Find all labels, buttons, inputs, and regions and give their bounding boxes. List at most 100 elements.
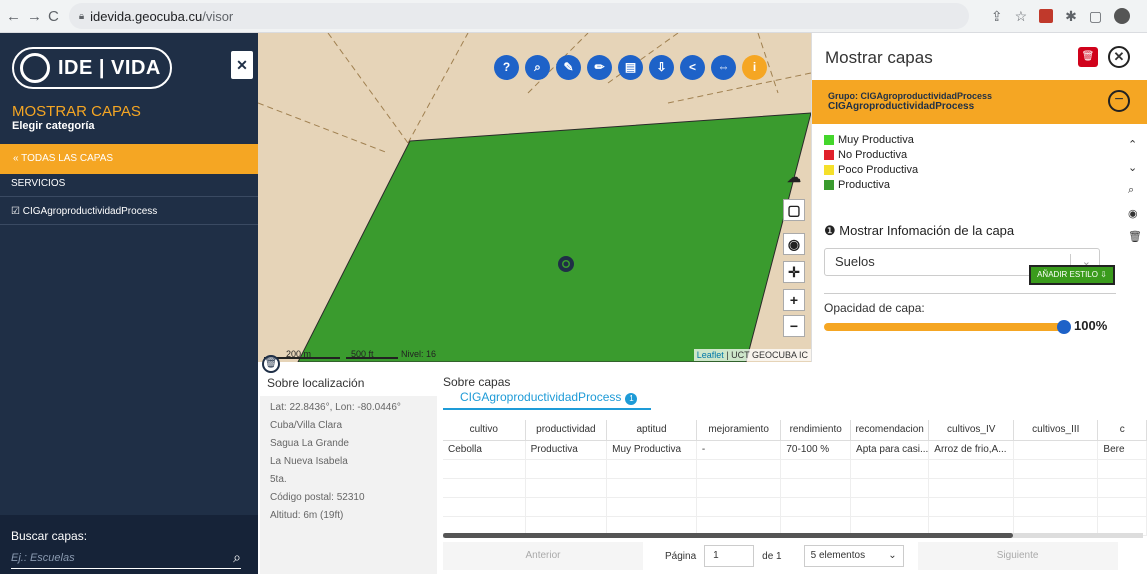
info-icon[interactable]: i [742, 55, 767, 80]
location-line: Lat: 22.8436°, Lon: -80.0446° [270, 402, 401, 413]
table-cell [606, 459, 697, 479]
column-header[interactable]: rendimiento [780, 420, 852, 441]
prev-page-button[interactable]: Anterior [443, 542, 643, 570]
table-cell [850, 497, 930, 517]
search-icon[interactable]: ⌕ [525, 55, 550, 80]
bookmark-star-icon[interactable]: ☆ [1015, 8, 1028, 25]
slider-handle[interactable] [1057, 320, 1071, 334]
layers-icon[interactable]: ▤ [618, 55, 643, 80]
search-placeholder: Ej.: Escuelas [11, 551, 75, 564]
table-row[interactable] [443, 497, 1147, 517]
close-sidebar-button[interactable]: ✕ [231, 51, 253, 79]
table-cell [1097, 497, 1147, 517]
scale-ft: 500 ft [351, 349, 374, 359]
logo: IDE | VIDA [12, 47, 172, 89]
zoom-out-button[interactable]: − [783, 315, 805, 337]
table-cell: Bere [1097, 440, 1147, 460]
map-toolbar: ? ⌕ ✎ ✏ ▤ ⇩ < ⇔ i [494, 55, 767, 80]
table-row[interactable] [443, 478, 1147, 498]
location-line: Sagua La Grande [270, 438, 349, 449]
draw-icon[interactable]: ✏ [587, 55, 612, 80]
attribution-text: | UCT GEOCUBA IC [723, 350, 808, 360]
forward-icon[interactable]: → [27, 8, 42, 25]
table-row[interactable] [443, 459, 1147, 479]
puzzle-icon[interactable]: ✱ [1065, 8, 1077, 25]
move-down-icon[interactable]: ⌄ [1128, 161, 1142, 174]
layer-group-header[interactable]: Grupo: CIGAgroproductividadProcess CIGAg… [812, 80, 1147, 124]
table-cell [1013, 459, 1099, 479]
table-cell: 70-100 % [780, 440, 852, 460]
trash-icon[interactable]: 🗑︎ [262, 355, 280, 373]
search-label: Buscar capas: [11, 529, 88, 543]
legend-swatch [824, 150, 834, 160]
add-style-button[interactable]: AÑADIR ESTILO ⇩ [1029, 265, 1115, 285]
panel-title: Mostrar capas [825, 48, 933, 67]
scale-bar: 200 m 500 ft [264, 349, 374, 359]
table-cell [443, 459, 526, 479]
sidebar: IDE | VIDA ✕ MOSTRAR CAPAS Elegir catego… [0, 33, 258, 574]
table-cell [606, 478, 697, 498]
swipe-icon[interactable]: ⇔ [711, 55, 736, 80]
table-cell [780, 497, 852, 517]
all-layers-button[interactable]: « TODAS LAS CAPAS [0, 144, 258, 174]
side-panel-icon[interactable]: ▢ [1089, 8, 1102, 25]
location-line: La Nueva Isabela [270, 456, 348, 467]
table-cell [696, 478, 782, 498]
move-up-icon[interactable]: ⌃ [1128, 138, 1142, 151]
column-header[interactable]: cultivos_IV [928, 420, 1015, 441]
zoom-to-layer-icon[interactable]: ⌕ [1128, 184, 1142, 197]
table-row[interactable]: Cebolla Productiva Muy Productiva -70-100 %… [443, 440, 1147, 460]
column-header[interactable]: aptitud [606, 420, 697, 441]
column-header[interactable]: cultivos_III [1013, 420, 1099, 441]
help-icon[interactable]: ? [494, 55, 519, 80]
close-icon[interactable]: ✕ [1108, 46, 1130, 68]
column-header[interactable]: recomendacion [850, 420, 930, 441]
map-view[interactable]: ? ⌕ ✎ ✏ ▤ ⇩ < ⇔ i ☁ ▢ ◉ ✛ + − 200 m 500 f… [258, 33, 811, 362]
tab-cigagro[interactable]: CIGAgroproductividadProcess 1 [443, 390, 651, 410]
leaflet-link[interactable]: Leaflet [697, 350, 724, 360]
table-cell [525, 497, 608, 517]
column-header[interactable]: productividad [525, 420, 608, 441]
visibility-icon[interactable]: ◉ [1128, 207, 1142, 220]
opacity-slider[interactable] [824, 320, 1071, 334]
map-canvas [258, 33, 811, 362]
table-cell [1097, 459, 1147, 479]
edit-icon[interactable]: ✎ [556, 55, 581, 80]
avatar[interactable] [1114, 8, 1131, 24]
column-header[interactable]: c [1097, 420, 1147, 441]
sidebar-title: MOSTRAR CAPAS [12, 103, 141, 120]
column-header[interactable]: cultivo [443, 420, 526, 441]
search-icon[interactable]: ⌕ [233, 549, 241, 566]
table-cell [928, 497, 1015, 517]
next-page-button[interactable]: Siguiente [917, 542, 1118, 570]
extension-icon[interactable] [1039, 9, 1054, 23]
download-icon[interactable]: ⇩ [649, 55, 674, 80]
group-name: Grupo: CIGAgroproductividadProcess [828, 91, 993, 101]
back-icon[interactable]: ← [6, 8, 21, 25]
share-page-icon[interactable]: ⇪ [991, 8, 1003, 25]
page-size-select[interactable]: 5 elementos ⌄ [803, 545, 904, 567]
legend-item: Productiva [824, 179, 890, 191]
zoom-in-button[interactable]: + [783, 289, 805, 311]
sidebar-item-servicios[interactable]: SERVICIOS [0, 171, 258, 197]
table-cell [1013, 440, 1099, 460]
remove-layer-icon[interactable]: 🗑︎ [1128, 230, 1142, 243]
menu-kebab-icon[interactable]: ⋮ [1142, 8, 1147, 25]
address-bar[interactable]: 🔒︎ idevida.geocuba.cu/visor [68, 3, 969, 29]
legend-swatch [824, 165, 834, 175]
column-header[interactable]: mejoramiento [696, 420, 782, 441]
locate-icon[interactable]: ◉ [783, 233, 805, 255]
scale-m: 200 m [286, 349, 312, 359]
collapse-icon[interactable]: − [1108, 90, 1130, 112]
share-icon[interactable]: < [680, 55, 705, 80]
page-input[interactable]: 1 [704, 545, 755, 567]
select-value: Suelos [835, 254, 875, 269]
weather-icon[interactable]: ☁ [783, 167, 805, 189]
sidebar-item-cigagro[interactable]: ☑ CIGAgroproductividadProcess [0, 199, 258, 225]
fullscreen-icon[interactable]: ▢ [783, 199, 805, 221]
pan-icon[interactable]: ✛ [783, 261, 805, 283]
browser-toolbar: ← → C 🔒︎ idevida.geocuba.cu/visor ⇪ ☆ ✱ … [0, 0, 1147, 33]
search-input[interactable]: Ej.: Escuelas ⌕ [11, 547, 241, 569]
reload-icon[interactable]: C [48, 8, 59, 25]
delete-icon[interactable]: 🗑︎ [1078, 47, 1098, 67]
